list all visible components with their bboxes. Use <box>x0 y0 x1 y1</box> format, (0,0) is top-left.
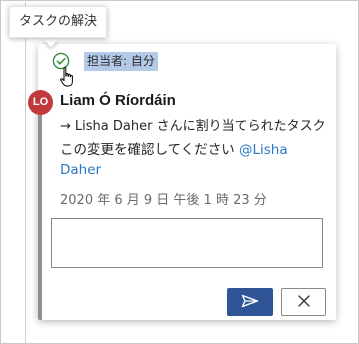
close-icon <box>297 294 311 311</box>
author-name: Liam Ó Ríordáin <box>60 92 176 109</box>
avatar: LO <box>28 90 53 115</box>
task-comment-card: 担当者: 自分 LO Liam Ó Ríordáin → Lisha Daher … <box>28 44 336 320</box>
cancel-button[interactable] <box>281 288 326 316</box>
comment-body: この変更を確認してください @Lisha Daher <box>60 140 295 180</box>
timestamp: 2020 年 6 月 9 日 午後 1 時 23 分 <box>60 193 267 208</box>
comment-text: この変更を確認してください <box>60 142 239 158</box>
gutter-divider <box>25 0 26 344</box>
hand-pointer-icon <box>59 66 77 90</box>
card-accent-bar <box>38 96 42 320</box>
send-button[interactable] <box>227 288 273 316</box>
reply-input[interactable] <box>51 218 323 268</box>
resolve-task-tooltip: タスクの解決 <box>9 6 108 38</box>
assignee-badge: 担当者: 自分 <box>84 52 158 71</box>
send-icon <box>241 294 259 311</box>
assignment-text: Lisha Daher さんに割り当てられたタスク <box>74 119 326 134</box>
assignment-line: → Lisha Daher さんに割り当てられたタスク <box>60 115 326 134</box>
assign-arrow-icon: → <box>60 119 71 134</box>
